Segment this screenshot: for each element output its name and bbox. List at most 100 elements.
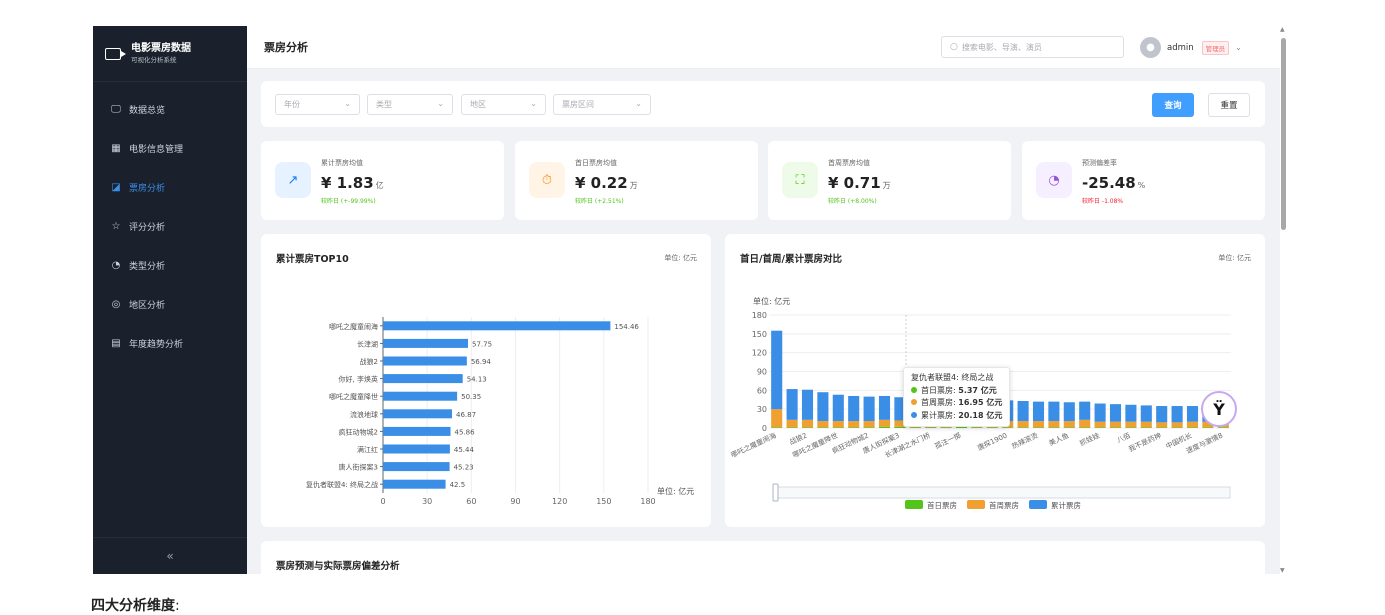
stacked-bar-segment[interactable] — [878, 395, 891, 420]
stacked-bar-segment[interactable] — [1109, 421, 1122, 428]
stacked-bar-segment[interactable] — [817, 427, 829, 428]
reset-button[interactable]: 重置 — [1208, 93, 1250, 117]
zoom-handle-left[interactable] — [772, 483, 779, 502]
search-input[interactable]: ○ 搜索电影、导演、演员 — [941, 36, 1124, 58]
stacked-bar-segment[interactable] — [1063, 427, 1075, 428]
genre-select[interactable]: 类型 ⌄ — [367, 94, 453, 115]
sidebar-item-2[interactable]: ◪ 票房分析 — [93, 168, 247, 207]
stacked-bar-segment[interactable] — [1109, 427, 1122, 428]
stacked-bar-segment[interactable] — [1063, 402, 1075, 422]
stacked-bar-segment[interactable] — [1032, 401, 1045, 422]
bar[interactable] — [383, 426, 451, 436]
legend-label[interactable]: 首周票房 — [989, 500, 1019, 510]
year-select[interactable]: 年份 ⌄ — [275, 94, 360, 115]
stacked-bar-segment[interactable] — [971, 427, 983, 428]
bar[interactable] — [383, 444, 450, 454]
assistant-fab-button[interactable]: Ÿ — [1201, 391, 1237, 427]
stacked-bar-segment[interactable] — [817, 421, 829, 428]
stacked-bar-segment[interactable] — [1017, 427, 1029, 428]
stacked-bar-segment[interactable] — [1109, 404, 1122, 422]
stacked-bar-segment[interactable] — [1125, 427, 1137, 428]
stacked-bar-segment[interactable] — [1079, 419, 1091, 428]
stacked-bar-segment[interactable] — [786, 419, 798, 428]
stacked-bar-segment[interactable] — [1048, 421, 1060, 428]
stacked-bar-segment[interactable] — [771, 330, 783, 410]
legend-swatch[interactable] — [1029, 500, 1047, 509]
stacked-bar-segment[interactable] — [848, 421, 860, 428]
legend-swatch[interactable] — [905, 500, 923, 509]
stacked-bar-segment[interactable] — [1017, 401, 1029, 422]
stacked-bar-segment[interactable] — [1079, 401, 1091, 420]
bar[interactable] — [383, 409, 453, 419]
user-menu[interactable]: ● admin 管理员 ⌄ — [1140, 37, 1242, 58]
stacked-bar-segment[interactable] — [1140, 405, 1152, 422]
stacked-bar-segment[interactable] — [863, 396, 875, 422]
stacked-bar-segment[interactable] — [1140, 421, 1152, 428]
stacked-bar-segment[interactable] — [1171, 422, 1183, 428]
stacked-bar-segment[interactable] — [1186, 421, 1199, 428]
stacked-bar-segment[interactable] — [1094, 403, 1106, 422]
stacked-bar-segment[interactable] — [925, 427, 937, 428]
stacked-bar-segment[interactable] — [1156, 427, 1168, 428]
collapse-sidebar-button[interactable]: « — [93, 537, 247, 574]
stacked-bar-segment[interactable] — [1094, 421, 1106, 428]
bar[interactable] — [383, 321, 611, 331]
sidebar-item-3[interactable]: ☆ 评分分析 — [93, 207, 247, 246]
stacked-bar-segment[interactable] — [1063, 421, 1075, 428]
stacked-bar-segment[interactable] — [801, 389, 814, 420]
stacked-bar-segment[interactable] — [1202, 427, 1214, 428]
stacked-bar-segment[interactable] — [1094, 427, 1106, 428]
query-button[interactable]: 查询 — [1152, 93, 1194, 117]
stacked-bar-segment[interactable] — [832, 394, 844, 422]
stacked-bar-segment[interactable] — [817, 392, 829, 422]
stacked-bar-segment[interactable] — [1032, 421, 1045, 428]
stacked-bar-segment[interactable] — [1156, 422, 1168, 428]
stacked-bar-segment[interactable] — [832, 427, 844, 428]
bar[interactable] — [383, 462, 450, 472]
stacked-bar-segment[interactable] — [940, 427, 952, 428]
bar[interactable] — [383, 356, 467, 366]
stacked-bar-segment[interactable] — [801, 419, 814, 428]
stacked-bar-segment[interactable] — [786, 389, 798, 420]
page-scrollbar[interactable]: ▲ ▼ — [1279, 26, 1289, 574]
sidebar-item-5[interactable]: ◎ 地区分析 — [93, 285, 247, 324]
stacked-bar-segment[interactable] — [863, 421, 875, 428]
stacked-bar-segment[interactable] — [1186, 427, 1199, 428]
scroll-down-icon[interactable]: ▼ — [1280, 567, 1285, 574]
stacked-bar-segment[interactable] — [1002, 427, 1014, 428]
stacked-bar-segment[interactable] — [848, 427, 860, 428]
stacked-bar-segment[interactable] — [894, 426, 906, 428]
sidebar-item-1[interactable]: ▦ 电影信息管理 — [93, 129, 247, 168]
stacked-bar-segment[interactable] — [878, 426, 891, 428]
scroll-up-icon[interactable]: ▲ — [1280, 26, 1285, 33]
stacked-bar-segment[interactable] — [771, 427, 783, 428]
bar[interactable] — [383, 391, 458, 401]
stacked-bar-segment[interactable] — [878, 419, 891, 427]
stacked-bar-segment[interactable] — [1017, 421, 1029, 428]
stacked-bar-segment[interactable] — [1048, 427, 1060, 428]
range-select[interactable]: 票房区间 ⌄ — [553, 94, 651, 115]
bar[interactable] — [383, 338, 469, 348]
stacked-bar-segment[interactable] — [1217, 427, 1229, 428]
stacked-bar-segment[interactable] — [1048, 401, 1060, 422]
scrollbar-thumb[interactable] — [1281, 38, 1286, 230]
stacked-bar-segment[interactable] — [863, 427, 875, 428]
stacked-bar-segment[interactable] — [1079, 427, 1091, 428]
stacked-bar-segment[interactable] — [771, 409, 783, 428]
legend-swatch[interactable] — [967, 500, 985, 509]
stacked-bar-segment[interactable] — [1125, 421, 1137, 428]
stacked-bar-segment[interactable] — [1171, 406, 1183, 423]
stacked-bar-segment[interactable] — [1156, 406, 1168, 423]
legend-label[interactable]: 首日票房 — [927, 500, 957, 510]
stacked-bar-segment[interactable] — [801, 427, 814, 428]
stacked-bar-segment[interactable] — [1125, 404, 1137, 422]
stacked-bar-segment[interactable] — [1186, 406, 1199, 422]
bar[interactable] — [383, 374, 463, 384]
sidebar-item-0[interactable]: 🖵 数据总览 — [93, 90, 247, 129]
region-select[interactable]: 地区 ⌄ — [461, 94, 546, 115]
stacked-bar-segment[interactable] — [986, 427, 998, 428]
stacked-bar-segment[interactable] — [832, 421, 844, 428]
stacked-bar-segment[interactable] — [1032, 427, 1045, 428]
legend-label[interactable]: 累计票房 — [1051, 500, 1081, 510]
stacked-bar-segment[interactable] — [848, 395, 860, 422]
